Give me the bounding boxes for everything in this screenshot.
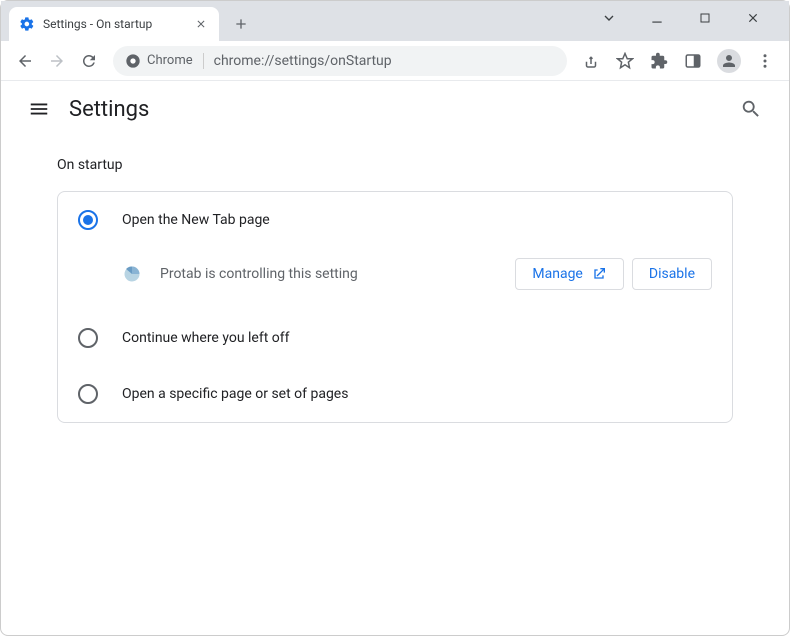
chrome-icon — [125, 53, 141, 69]
disable-label: Disable — [649, 266, 695, 282]
manage-button[interactable]: Manage — [515, 258, 623, 290]
extension-notice: Protab is controlling this setting Manag… — [58, 248, 732, 310]
bookmark-star-icon[interactable] — [615, 51, 635, 71]
option-specific-pages[interactable]: Open a specific page or set of pages — [58, 366, 732, 422]
extension-app-icon — [122, 264, 142, 284]
disable-button[interactable]: Disable — [632, 258, 712, 290]
reload-button[interactable] — [73, 45, 105, 77]
new-tab-button[interactable] — [227, 10, 255, 38]
share-icon[interactable] — [581, 51, 601, 71]
open-external-icon — [591, 266, 607, 282]
startup-options-card: Open the New Tab page Protab is controll… — [57, 191, 733, 423]
maximize-icon[interactable] — [693, 6, 717, 30]
option-new-tab[interactable]: Open the New Tab page — [58, 192, 732, 248]
tab-title: Settings - On startup — [43, 17, 193, 31]
minimize-icon[interactable] — [645, 6, 669, 30]
search-icon[interactable] — [733, 91, 769, 127]
forward-button[interactable] — [41, 45, 73, 77]
radio-unselected[interactable] — [78, 384, 98, 404]
sidepanel-icon[interactable] — [683, 51, 703, 71]
chip-label: Chrome — [147, 53, 193, 68]
chevron-down-icon[interactable] — [597, 6, 621, 30]
site-chip: Chrome — [125, 53, 204, 69]
settings-content: On startup Open the New Tab page Protab … — [1, 137, 789, 431]
profile-avatar[interactable] — [717, 49, 741, 73]
section-title: On startup — [57, 157, 733, 173]
back-button[interactable] — [9, 45, 41, 77]
kebab-menu-icon[interactable] — [755, 51, 775, 71]
radio-unselected[interactable] — [78, 328, 98, 348]
option-continue[interactable]: Continue where you left off — [58, 310, 732, 366]
radio-selected[interactable] — [78, 210, 98, 230]
manage-label: Manage — [532, 266, 582, 282]
settings-header: Settings — [1, 81, 789, 137]
url-text: chrome://settings/onStartup — [214, 53, 392, 69]
omnibox[interactable]: Chrome chrome://settings/onStartup — [113, 46, 567, 76]
close-window-icon[interactable] — [741, 6, 765, 30]
close-tab-icon[interactable] — [193, 16, 209, 32]
gear-icon — [19, 16, 35, 32]
hamburger-menu-icon[interactable] — [21, 91, 57, 127]
window-controls — [597, 1, 773, 41]
extension-message: Protab is controlling this setting — [160, 266, 507, 282]
window-titlebar: Settings - On startup — [1, 1, 789, 41]
option-label: Continue where you left off — [122, 330, 290, 346]
browser-tab[interactable]: Settings - On startup — [9, 7, 219, 41]
option-label: Open a specific page or set of pages — [122, 386, 348, 402]
page-title: Settings — [69, 97, 149, 122]
address-bar: Chrome chrome://settings/onStartup — [1, 41, 789, 81]
option-label: Open the New Tab page — [122, 212, 270, 228]
extensions-icon[interactable] — [649, 51, 669, 71]
